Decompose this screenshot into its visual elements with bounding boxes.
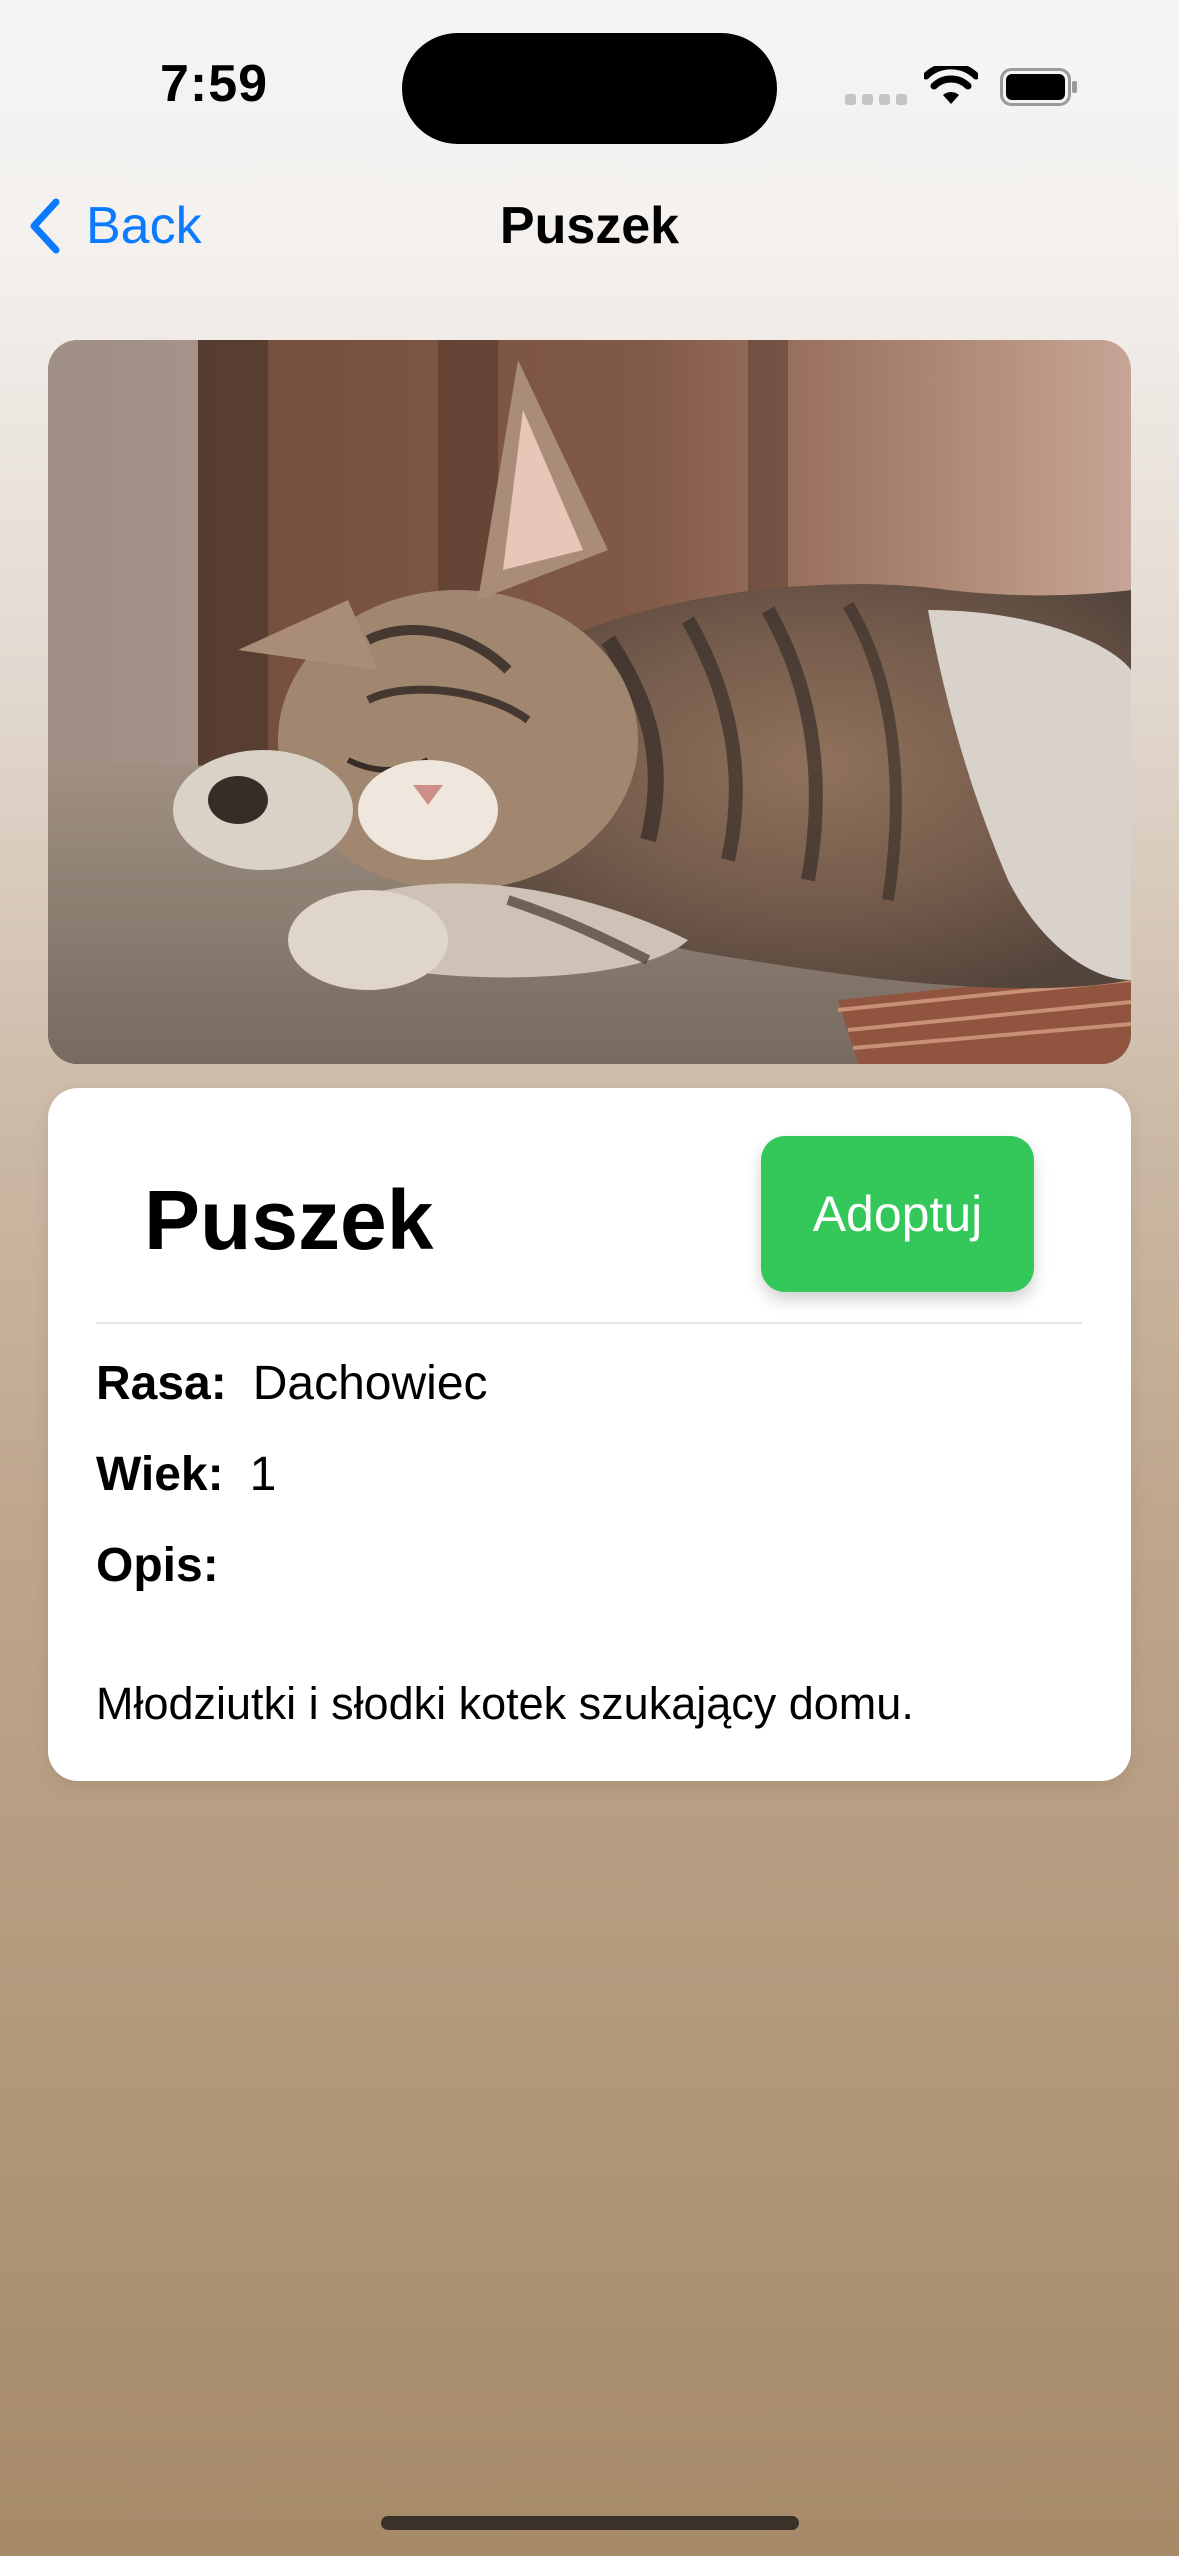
pet-name: Puszek (144, 1173, 434, 1267)
age-value: 1 (249, 1448, 277, 1501)
wifi-icon (924, 66, 978, 104)
divider (96, 1322, 1082, 1324)
pet-info-card: Puszek Adoptuj Rasa: Dachowiec Wiek: 1 O… (48, 1088, 1131, 1781)
age-row: Wiek: 1 (96, 1447, 276, 1502)
page-title: Puszek (499, 197, 680, 255)
breed-row: Rasa: Dachowiec (96, 1356, 488, 1411)
description-label: Opis: (96, 1539, 219, 1592)
breed-value: Dachowiec (252, 1357, 488, 1410)
description-row: Opis: (96, 1538, 245, 1593)
battery-icon (1000, 68, 1077, 106)
cellular-signal-icon (845, 94, 907, 105)
description-text: Młodziutki i słodki kotek szukający domu… (96, 1678, 914, 1729)
dynamic-island (402, 33, 777, 144)
status-time: 7:59 (160, 55, 269, 113)
cat-photo (48, 340, 1131, 1064)
home-indicator[interactable] (381, 2516, 799, 2530)
breed-label: Rasa: (96, 1357, 227, 1410)
adopt-button[interactable]: Adoptuj (761, 1136, 1034, 1292)
age-label: Wiek: (96, 1448, 224, 1501)
